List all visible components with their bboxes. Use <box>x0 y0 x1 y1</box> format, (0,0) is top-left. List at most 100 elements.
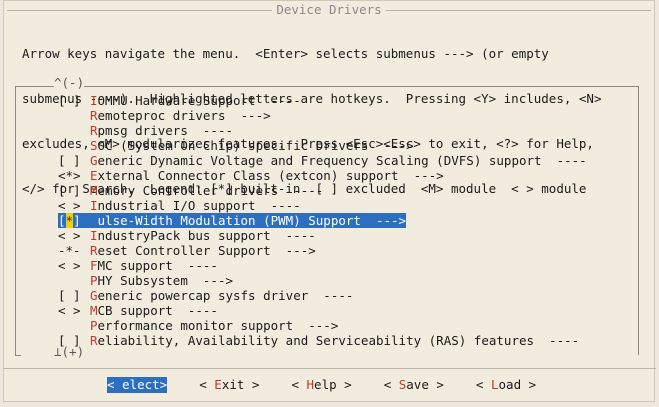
menu-item[interactable]: <*> External Connector Class (extcon) sup… <box>58 168 587 183</box>
bottom-rule <box>3 368 656 369</box>
menu-item-hotkey: M <box>90 183 98 198</box>
menu-item-label: SOC (System On Chip) specific Drivers --… <box>90 138 414 153</box>
menu-item-label: Generic powercap sysfs driver ---- <box>90 288 353 303</box>
menu-item[interactable]: < > Industrial I/O support ---- <box>58 198 587 213</box>
menu-item-label: Generic Dynamic Voltage and Frequency Sc… <box>90 153 587 168</box>
help-line: Arrow keys navigate the menu. <Enter> se… <box>22 46 549 61</box>
menu-item-marker[interactable]: <*> <box>58 168 90 183</box>
menu-item-hotkey: R <box>90 333 98 348</box>
menu-item-hotkey: R <box>90 243 98 258</box>
button-gap <box>444 377 476 393</box>
selected-row-highlight[interactable]: [*] ulse-Width Modulation (PWM) Support … <box>58 213 407 228</box>
menu-item[interactable]: Rpmsg drivers ---- <box>58 123 587 138</box>
menu-item-text: eneric Dynamic Voltage and Frequency Sca… <box>97 153 587 168</box>
menu-item[interactable]: SOC (System On Chip) specific Drivers --… <box>58 138 587 153</box>
menu-item-label: Rpmsg drivers ---- <box>90 123 233 138</box>
menu-item-marker[interactable]: < > <box>58 198 90 213</box>
menu-item-text: emory Controller drivers ---- <box>97 183 324 198</box>
menu-item-text: erformance monitor support ---> <box>97 318 339 333</box>
menu-item-label: FMC support ---- <box>90 258 218 273</box>
menu-item-marker[interactable] <box>58 138 90 153</box>
menu-item-marker[interactable]: [ ] <box>58 333 90 348</box>
menu-item-label: Performance monitor support ---> <box>90 318 338 333</box>
menu-item-hotkey <box>90 213 98 228</box>
menu-item-label: Reliability, Availability and Serviceabi… <box>90 333 579 348</box>
menu-item-text: emoteproc drivers ---> <box>97 108 271 123</box>
menu-item-text: pmsg drivers ---- <box>97 123 233 138</box>
menu-item-hotkey: R <box>90 123 98 138</box>
menu-item[interactable]: [ ] Generic Dynamic Voltage and Frequency… <box>58 153 587 168</box>
menu-item-label: External Connector Class (extcon) suppor… <box>90 168 444 183</box>
save-button[interactable]: < Save > <box>384 377 444 393</box>
menu-item-hotkey: G <box>90 153 98 168</box>
menu-item-hotkey: M <box>90 303 98 318</box>
menu-item-label: Reset Controller Support ---> <box>90 243 316 258</box>
menu-item-label: IndustryPack bus support ---- <box>90 228 316 243</box>
menu-item[interactable]: Remoteproc drivers ---> <box>58 108 587 123</box>
menu-list: [ ] IOMMU Hardware Support ---- Remoteproc… <box>58 93 587 348</box>
menu-item-text: ulse-Width Modulation (PWM) Support ---> <box>97 213 407 228</box>
button-hotkey: E <box>214 377 222 392</box>
menu-item-marker[interactable]: [ ] <box>58 153 90 168</box>
window-title-text: Device Drivers <box>272 2 386 17</box>
menu-item-label: Industrial I/O support ---- <box>90 198 301 213</box>
menu-item-hotkey: F <box>90 258 98 273</box>
menu-item[interactable]: PHY Subsystem ---> <box>58 273 587 288</box>
menu-item-marker[interactable]: -*- <box>58 243 90 258</box>
menu-item-marker[interactable]: [*] <box>58 213 90 228</box>
menu-item[interactable]: [ ] Generic powercap sysfs driver ---- <box>58 288 587 303</box>
menu-item-marker[interactable]: < > <box>58 303 90 318</box>
menu-item[interactable]: < > FMC support ---- <box>58 258 587 273</box>
menu-item-hotkey: I <box>90 93 98 108</box>
menu-item-marker[interactable] <box>58 273 90 288</box>
button-gap <box>167 377 199 393</box>
menu-item-marker[interactable] <box>58 108 90 123</box>
menu-item-label: Remoteproc drivers ---> <box>90 108 271 123</box>
menu-item[interactable]: -*- Reset Controller Support ---> <box>58 243 587 258</box>
menu-item[interactable]: [ ] IOMMU Hardware Support ---- <box>58 93 587 108</box>
exit-button[interactable]: < Exit > <box>199 377 259 393</box>
menu-item-marker[interactable]: [ ] <box>58 288 90 303</box>
scroll-up-indicator[interactable]: ^(-) <box>54 76 85 90</box>
help-button[interactable]: < Help > <box>291 377 351 393</box>
button-gap <box>259 377 291 393</box>
menu-item-marker[interactable]: [ ] <box>58 93 90 108</box>
menu-item-marker[interactable]: < > <box>58 228 90 243</box>
menu-item-marker[interactable] <box>58 123 90 138</box>
menu-item-text: eset Controller Support ---> <box>97 243 316 258</box>
menu-item-text: xternal Connector Class (extcon) support… <box>97 168 444 183</box>
button-bar: < elect> < Exit > < Help > < Save > < Load > <box>107 377 536 393</box>
menu-item-label: IOMMU Hardware Support ---- <box>90 93 301 108</box>
menu-item-label: Memory Controller drivers ---- <box>90 183 323 198</box>
menu-item-text: ndustryPack bus support ---- <box>97 228 316 243</box>
menu-item[interactable]: < > MCB support ---- <box>58 303 587 318</box>
button-hotkey: H <box>306 377 315 392</box>
menu-item[interactable]: < > IndustryPack bus support ---- <box>58 228 587 243</box>
menu-item-text: MC support ---- <box>97 258 218 273</box>
menu-item-text: ndustrial I/O support ---- <box>97 198 301 213</box>
menu-item-label: PHY Subsystem ---> <box>90 273 233 288</box>
menu-item[interactable]: [*] ulse-Width Modulation (PWM) Support … <box>58 213 587 228</box>
menu-item-label: ulse-Width Modulation (PWM) Support ---> <box>90 213 407 228</box>
select-button[interactable]: < elect> <box>107 377 168 393</box>
menu-item-marker[interactable]: [ ] <box>58 183 90 198</box>
menu-item-hotkey: P <box>90 273 98 288</box>
button-hotkey: L <box>490 377 499 392</box>
button-gap <box>352 377 384 393</box>
menu-item-hotkey: S <box>90 138 98 153</box>
menu-item-marker[interactable]: < > <box>58 258 90 273</box>
menu-item-text: eliability, Availability and Serviceabil… <box>97 333 580 348</box>
load-button[interactable]: < Load > <box>476 377 536 393</box>
menu-item[interactable]: [ ] Reliability, Availability and Service… <box>58 333 587 348</box>
menu-item[interactable]: Performance monitor support ---> <box>58 318 587 333</box>
menu-item[interactable]: [ ] Memory Controller drivers ---- <box>58 183 587 198</box>
menu-item-text: HY Subsystem ---> <box>97 273 233 288</box>
menu-item-hotkey: R <box>90 108 98 123</box>
menu-item-hotkey: E <box>90 168 98 183</box>
menu-item-text: eneric powercap sysfs driver ---- <box>97 288 354 303</box>
menu-item-hotkey: I <box>90 198 98 213</box>
menu-item-hotkey: P <box>90 318 98 333</box>
menu-item-hotkey: G <box>90 288 98 303</box>
menu-item-marker[interactable] <box>58 318 90 333</box>
cursor-block: * <box>65 213 74 228</box>
